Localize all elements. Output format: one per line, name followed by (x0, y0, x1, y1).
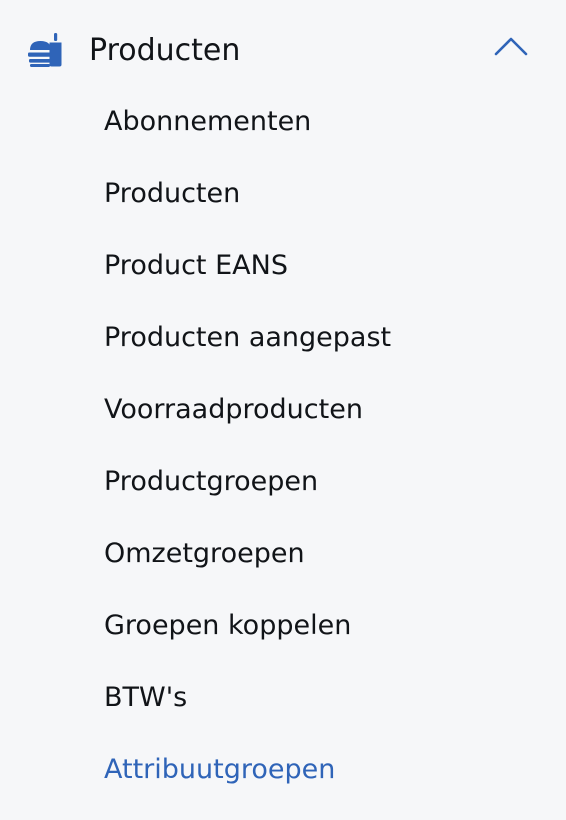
food-tray-icon (28, 32, 66, 70)
submenu-item[interactable]: Producten (104, 172, 534, 216)
section-title: Producten (89, 33, 241, 68)
submenu-item[interactable]: Abonnementen (104, 100, 534, 144)
submenu-item[interactable]: Attribuutgroepen (104, 748, 534, 792)
submenu-item[interactable]: Productgroepen (104, 460, 534, 504)
chevron-up-icon[interactable] (494, 34, 528, 56)
submenu-item[interactable]: Producten aangepast (104, 316, 534, 360)
submenu-item[interactable]: BTW's (104, 676, 534, 720)
sidebar-menu: Producten Abonnementen Producten Product E… (0, 0, 566, 820)
submenu-item[interactable]: Groepen koppelen (104, 604, 534, 648)
submenu-item[interactable]: Omzetgroepen (104, 532, 534, 576)
submenu-item[interactable]: Voorraadproducten (104, 388, 534, 432)
section-header-producten[interactable]: Producten (0, 14, 566, 88)
submenu-item[interactable]: Product EANS (104, 244, 534, 288)
